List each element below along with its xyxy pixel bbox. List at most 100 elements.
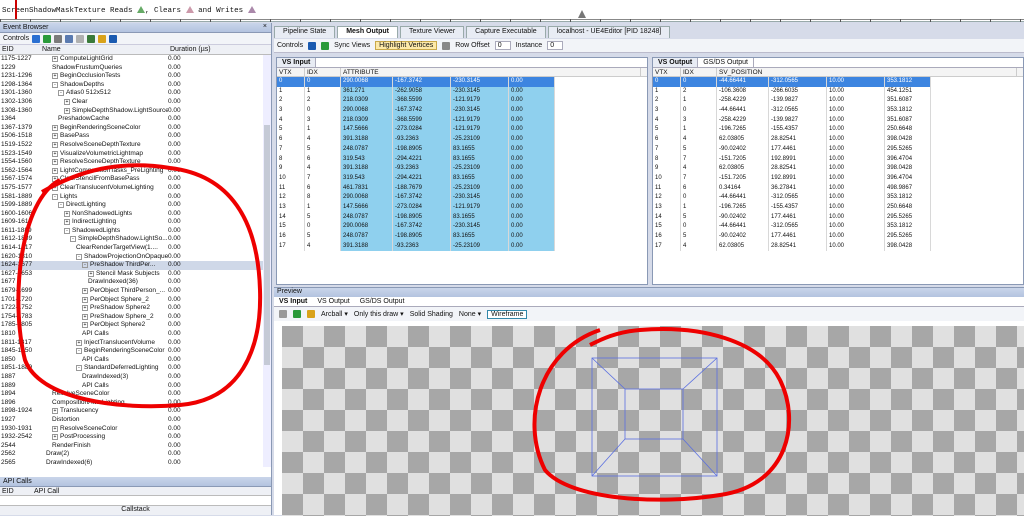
collapse-icon[interactable]: - [76, 348, 82, 355]
tree-scrollbar[interactable] [263, 55, 271, 467]
event-row[interactable]: 1614-1617 ClearRenderTargetView(1.... 0.00 [0, 244, 271, 253]
table-row[interactable]: 1 1 361.271 -262.9058 -230.3145 0.00 [277, 86, 647, 97]
table-row[interactable]: 0 0 -44.66441 -312.0565 10.00 353.1812 [653, 77, 1023, 87]
collapse-icon[interactable]: - [76, 253, 82, 260]
api-col-eid[interactable]: EID [0, 487, 32, 495]
collapse-icon[interactable]: - [58, 90, 64, 97]
event-row[interactable]: 1367-1379 + BeginRenderingSceneColor 0.00 [0, 124, 271, 133]
gear-icon[interactable] [279, 310, 287, 318]
event-row[interactable]: 1785-1805 + PerObject Sphere2 0.00 [0, 321, 271, 330]
event-row[interactable]: 1175-1227 + ComputeLightGrid 0.00 [0, 55, 271, 64]
table-row[interactable]: 12 8 290.0068 -167.3742 -230.3145 0.00 [277, 193, 647, 203]
table-row[interactable]: 16 5 -90.02402 177.4461 10.00 295.5265 [653, 232, 1023, 242]
table-row[interactable]: 10 7 -151.7205 192.8991 10.00 396.4704 [653, 173, 1023, 184]
event-row[interactable]: 1612-1889 - SimpleDepthShadow.LightSo... 0.… [0, 235, 271, 244]
table-row[interactable]: 11 6 0.34164 36.27841 10.00 498.9867 [653, 183, 1023, 194]
preview-viewport[interactable] [282, 326, 1024, 516]
table-row[interactable]: 9 4 62.03805 28.82541 10.00 398.0428 [653, 164, 1023, 174]
event-row[interactable]: 1896 CompositionAfterLighting 0.00 [0, 399, 271, 408]
event-row[interactable]: 1302-1306 + Clear 0.00 [0, 98, 271, 107]
instance-input[interactable]: 0 [547, 41, 564, 50]
table-row[interactable]: 3 0 290.0068 -167.3742 -230.3145 0.00 [277, 106, 647, 116]
highlight-vertices-button[interactable]: Highlight Vertices [375, 41, 438, 50]
star-icon[interactable] [98, 34, 107, 43]
table-row[interactable]: 13 1 -196.7265 -155.4357 10.00 250.6648 [653, 202, 1023, 213]
forward-arrow-icon[interactable] [43, 34, 52, 43]
event-row[interactable]: 2562 Draw(2) 0.00 [0, 450, 271, 459]
event-row[interactable]: 1231-1296 + BeginOcclusionTests 0.00 [0, 72, 271, 81]
table-row[interactable]: 4 3 -258.4229 -139.9827 10.00 351.6087 [653, 115, 1023, 126]
tab-gs-ds-output[interactable]: GS/DS Output [698, 58, 754, 67]
expand-icon[interactable]: + [88, 270, 94, 277]
event-row[interactable]: 1845-1850 - BeginRenderingSceneColor 0.00 [0, 347, 271, 356]
expand-icon[interactable]: + [82, 305, 88, 312]
expand-icon[interactable]: + [82, 322, 88, 329]
event-row[interactable]: 1308-1360 + SimpleDepthShadow.LightSource 0… [0, 107, 271, 116]
col-duration[interactable]: Duration (µs) [168, 45, 228, 54]
event-row[interactable]: 1850 API Calls 0.00 [0, 356, 271, 365]
event-row[interactable]: 1894 ResolveSceneColor 0.00 [0, 390, 271, 399]
collapse-icon[interactable]: - [64, 227, 70, 234]
event-row[interactable]: 1581-1889- Lights 0.00 [0, 193, 271, 202]
sync-views-button[interactable]: Sync Views [334, 42, 370, 49]
table-row[interactable]: 10 7 319.543 -294.4221 83.1655 0.00 [277, 173, 647, 184]
expand-icon[interactable]: + [52, 150, 58, 157]
expand-icon[interactable]: + [52, 133, 58, 140]
event-row[interactable]: 1506-1518 + BasePass 0.00 [0, 132, 271, 141]
collapse-icon[interactable]: - [58, 202, 64, 209]
find-icon[interactable] [54, 34, 63, 43]
col-eid[interactable]: EID [0, 45, 40, 54]
col-vtx[interactable]: VTX [277, 68, 305, 76]
expand-icon[interactable]: + [64, 219, 70, 226]
tab-texture-viewer[interactable]: Texture Viewer [399, 26, 465, 38]
event-row[interactable]: 1611-1889- ShadowedLights 0.00 [0, 227, 271, 236]
close-icon[interactable]: × [263, 23, 267, 30]
table-row[interactable]: 2 2 218.0309 -368.5599 -121.9179 0.00 [277, 96, 647, 107]
wireframe-toggle[interactable]: Wireframe [487, 309, 528, 319]
table-row[interactable]: 6 4 391.3188 -93.2363 -25.23109 0.00 [277, 135, 647, 145]
expand-icon[interactable]: + [64, 98, 70, 105]
table-row[interactable]: 11 6 461.7831 -188.7679 -25.23109 0.00 [277, 183, 647, 194]
event-row[interactable]: 1701-1720 + PerObject Sphere_2 0.00 [0, 296, 271, 305]
event-row[interactable]: 1810 API Calls 0.00 [0, 330, 271, 339]
event-row[interactable]: 1889 API Calls 0.00 [0, 382, 271, 391]
event-row[interactable]: 1930-1931 + ResolveSceneColor 0.00 [0, 425, 271, 434]
goto-icon[interactable] [65, 34, 74, 43]
event-row[interactable]: 1301-1360- Atlas0 512x512 0.00 [0, 89, 271, 98]
row-offset-input[interactable]: 0 [494, 41, 511, 50]
expand-icon[interactable]: + [52, 73, 58, 80]
expand-icon[interactable]: + [52, 124, 58, 131]
preview-tab-vs-output[interactable]: VS Output [312, 297, 354, 306]
sync-icon[interactable] [321, 41, 330, 50]
expand-icon[interactable]: + [52, 141, 58, 148]
table-row[interactable]: 15 0 -44.66441 -312.0565 10.00 353.1812 [653, 222, 1023, 232]
expand-icon[interactable]: + [52, 159, 58, 166]
table-row[interactable]: 8 6 319.543 -294.4221 83.1655 0.00 [277, 154, 647, 165]
collapse-icon[interactable]: - [76, 365, 82, 372]
event-row[interactable]: 1898-1924 + Translucency 0.00 [0, 407, 271, 416]
col-idx[interactable]: IDX [305, 68, 341, 76]
event-row[interactable]: 1811-1817 + InjectTranslucentVolume 0.00 [0, 339, 271, 348]
table-row[interactable]: 2 1 -258.4229 -139.9827 10.00 351.6087 [653, 96, 1023, 107]
expand-icon[interactable]: + [82, 313, 88, 320]
camera-select[interactable]: Arcball ▾ [321, 310, 348, 318]
table-row[interactable]: 16 5 248.0787 -198.8905 83.1655 0.00 [277, 232, 647, 242]
event-row[interactable]: 1754-1783 + PreShadow Sphere_2 0.00 [0, 313, 271, 322]
col-name[interactable]: Name [40, 45, 168, 54]
tab-localhost-ue4editor-pid-18248[interactable]: localhost - UE4Editor [PID 18248] [547, 26, 671, 38]
table-row[interactable]: 12 0 -44.66441 -312.0565 10.00 353.1812 [653, 193, 1023, 203]
event-row[interactable]: 1298-1364- ShadowDepths 0.00 [0, 81, 271, 90]
tab-vs-output[interactable]: VS Output [653, 58, 699, 67]
event-tree[interactable]: 1175-1227 + ComputeLightGrid 0.00 1229 Shadow… [0, 55, 271, 467]
table-row[interactable]: 4 3 218.0309 -368.5599 -121.9179 0.00 [277, 115, 647, 126]
scroll-thumb[interactable] [264, 125, 270, 365]
timeline-icon[interactable] [87, 34, 96, 43]
table-row[interactable]: 7 5 248.0787 -198.8905 83.1655 0.00 [277, 144, 647, 155]
event-row[interactable]: 1620-1810 - ShadowProjectionOnOpaque 0.00 [0, 253, 271, 262]
event-row[interactable]: 1554-1560 + ResolveSceneDepthTexture 0.00 [0, 158, 271, 167]
table-row[interactable]: 5 1 147.5666 -273.0284 -121.9179 0.00 [277, 125, 647, 136]
event-row[interactable]: 2565 DrawIndexed(6) 0.00 [0, 459, 271, 467]
shading-select[interactable]: None ▾ [459, 310, 481, 318]
col-sv-position[interactable]: SV_POSITION [717, 68, 1017, 76]
vs-output-grid[interactable]: VS Output GS/DS Output VTX IDX SV_POSITI… [652, 57, 1024, 285]
